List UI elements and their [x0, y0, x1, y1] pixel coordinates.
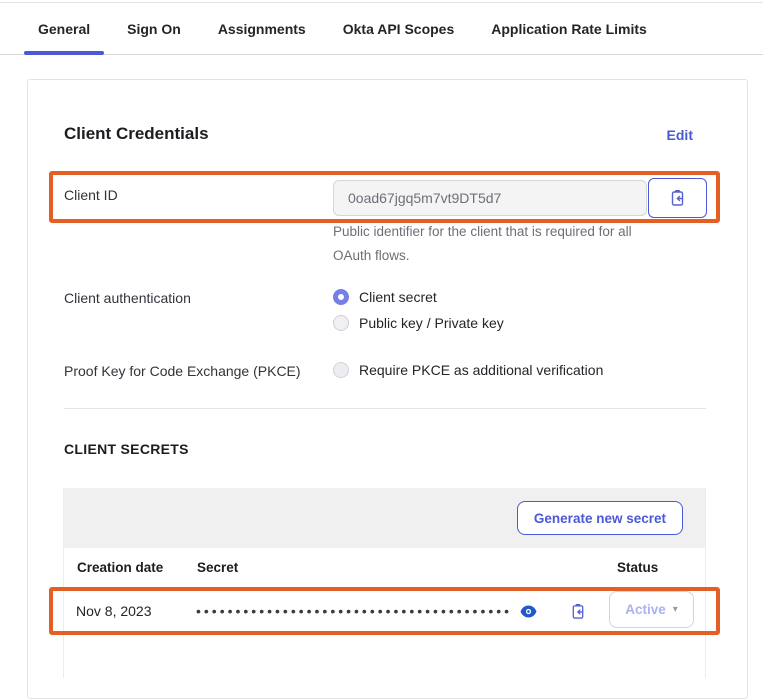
client-id-help-text: Public identifier for the client that is… — [333, 220, 663, 268]
clipboard-copy-icon — [570, 603, 586, 620]
tab-general[interactable]: General — [24, 3, 104, 54]
client-authentication-options: Client secret Public key / Private key — [333, 284, 663, 336]
masked-secret-value: •••••••••••••••••••••••••••••••••••••••• — [196, 600, 541, 622]
app-tabs: General Sign On Assignments Okta API Sco… — [0, 3, 763, 55]
tab-application-rate-limits[interactable]: Application Rate Limits — [477, 3, 661, 54]
pkce-option: Require PKCE as additional verification — [333, 357, 663, 383]
column-header-status: Status — [617, 560, 658, 575]
radio-client-secret-label: Client secret — [359, 289, 437, 305]
client-id-label: Client ID — [64, 185, 118, 205]
tab-assignments[interactable]: Assignments — [204, 3, 320, 54]
status-badge: Active — [625, 602, 666, 617]
clipboard-copy-icon — [669, 189, 686, 207]
secret-creation-date: Nov 8, 2023 — [76, 601, 152, 621]
client-secrets-table: Generate new secret Creation date Secret… — [63, 488, 706, 678]
client-credentials-card: Client Credentials Edit Client ID 0oad67… — [27, 79, 748, 699]
chevron-down-icon: ▾ — [673, 605, 678, 615]
edit-link[interactable]: Edit — [667, 127, 693, 143]
client-secrets-title: CLIENT SECRETS — [64, 441, 189, 457]
column-header-creation-date: Creation date — [77, 560, 163, 575]
eye-icon — [520, 605, 537, 618]
client-credentials-title: Client Credentials — [64, 124, 209, 144]
require-pkce-label: Require PKCE as additional verification — [359, 362, 603, 378]
table-header-row: Creation date Secret Status — [64, 548, 705, 588]
pkce-label: Proof Key for Code Exchange (PKCE) — [64, 361, 301, 381]
reveal-secret-button[interactable] — [516, 599, 540, 623]
radio-public-private-key[interactable]: Public key / Private key — [333, 310, 663, 336]
table-toolbar: Generate new secret — [64, 488, 705, 548]
checkbox-require-pkce[interactable]: Require PKCE as additional verification — [333, 357, 663, 383]
column-header-secret: Secret — [197, 560, 238, 575]
copy-client-id-button[interactable] — [648, 178, 707, 218]
copy-secret-button[interactable] — [566, 599, 590, 623]
radio-unselected-icon[interactable] — [333, 315, 349, 331]
radio-selected-icon[interactable] — [333, 289, 349, 305]
client-id-value-field[interactable]: 0oad67jgq5m7vt9DT5d7 — [333, 180, 647, 216]
client-authentication-label: Client authentication — [64, 288, 191, 308]
radio-public-private-key-label: Public key / Private key — [359, 315, 504, 331]
generate-new-secret-button[interactable]: Generate new secret — [517, 501, 683, 535]
secret-status-dropdown[interactable]: Active ▾ — [609, 591, 694, 628]
radio-client-secret[interactable]: Client secret — [333, 284, 663, 310]
section-divider — [64, 408, 706, 409]
tab-okta-api-scopes[interactable]: Okta API Scopes — [329, 3, 469, 54]
tab-sign-on[interactable]: Sign On — [113, 3, 195, 54]
checkbox-unchecked-icon[interactable] — [333, 362, 349, 378]
